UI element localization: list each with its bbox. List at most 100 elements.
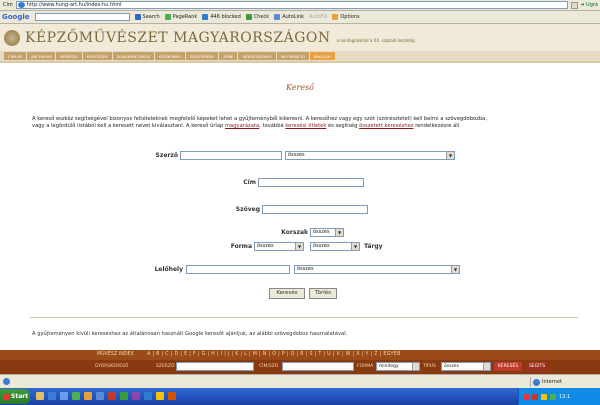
author-select[interactable]: összes ▼ [285,151,455,160]
author-input[interactable] [180,151,282,160]
nav-item-dokumentumok[interactable]: DOKUMENTUMOK [112,52,155,60]
quick-title-input[interactable] [282,362,354,371]
main-nav: CÍMLAP ARCHÍVUM KERESÉS MŰVÉSZEK DOKUMEN… [0,51,600,61]
nav-item-english[interactable]: ENGLISH [309,52,335,60]
location-input[interactable] [186,265,290,274]
search-tips-link[interactable]: keresési ötletek [285,123,326,129]
subject-select[interactable]: összes ▼ [310,242,360,251]
period-select[interactable]: összes ▼ [310,228,344,237]
quicklaunch-icon-6[interactable] [96,392,104,400]
clear-button[interactable]: Törlés [309,288,337,299]
clock: 13:1 [559,393,571,400]
help-button[interactable]: SEGÍTS [526,362,548,371]
intro-line-2: vagy a legördülő listából kell a kereset… [32,122,224,129]
spell-check-button[interactable]: Check [245,14,270,20]
quicklaunch-icon-4[interactable] [72,392,80,400]
title-input[interactable] [258,178,364,187]
artist-index-label: MŰVÉSZ INDEX [97,352,134,357]
nav-item-cimlap[interactable]: CÍMLAP [4,52,27,60]
quicklaunch-icon-9[interactable] [132,392,140,400]
advanced-search-link[interactable]: összetett kereséshez [359,123,413,129]
autofill-button[interactable]: AutoFill [309,14,327,20]
nav-item-gyujtemeny[interactable]: GYŰJTEMÉNY [185,52,219,60]
intro-ending: rendelkezésre áll. [415,122,461,129]
google-search-input[interactable] [34,13,130,21]
explanation-link[interactable]: magyarázata [225,123,259,129]
page-title: Kereső [286,83,314,92]
tray-icon-4[interactable] [550,393,556,400]
taskbar: Start 13:1 [0,388,600,405]
google-g-icon [134,14,141,20]
autolink-icon [274,14,281,20]
quicklaunch-icon-3[interactable] [60,392,68,400]
nav-item-archivum[interactable]: ARCHÍVUM [27,52,56,60]
quicklaunch-icon-7[interactable] [108,392,116,400]
site-logo-icon[interactable] [4,29,20,46]
security-zone: Internet [530,377,600,387]
quick-form-select[interactable]: mindegy [376,362,420,371]
quick-search-label: GYORSKERESŐ [95,364,129,369]
title-label: Cím [243,179,256,186]
google-logo[interactable]: Google [2,13,30,21]
form-select[interactable]: összes ▼ [254,242,304,251]
check-label: Check [253,14,270,20]
nav-item-muveszek[interactable]: MŰVÉSZEK [82,52,112,60]
quicklaunch-icon-8[interactable] [120,392,128,400]
pagerank-button[interactable]: PageRank [164,14,197,20]
location-select[interactable]: összes ▼ [294,265,460,274]
quicklaunch-icon-5[interactable] [84,392,92,400]
quick-form-select-value: mindegy [379,364,399,369]
quicklaunch-icon-1[interactable] [36,392,44,400]
quick-search-bar: GYORSKERESŐ SZERZŐ CÍM/SZÓ FORMA mindegy… [0,360,600,374]
tray-n-icon[interactable] [532,393,538,400]
google-search-button[interactable]: Search [134,14,160,20]
site-header: KÉPZŐMŰVÉSZET MAGYARORSZÁGON a honfoglal… [0,24,600,51]
nav-item-kezikonyv[interactable]: KÉZIKÖNYV [155,52,185,60]
search-button[interactable]: Keresés [269,288,305,299]
nav-item-vendegkonyv[interactable]: VENDÉGKÖNYV [238,52,276,60]
address-bar: Cím http://www.hung-art.hu/index-hu.html… [0,0,600,11]
text-input[interactable] [262,205,368,214]
nav-item-kereses[interactable]: KERESÉS [56,52,82,60]
chevron-down-icon: ▼ [451,266,459,273]
globe-icon [533,378,540,386]
content-divider [30,317,578,318]
quicklaunch-icon-12[interactable] [168,392,176,400]
url-dropdown-button[interactable] [571,1,579,9]
quick-search-button[interactable]: KERESÉS [494,362,522,371]
autolink-label: AutoLink [282,14,305,20]
quick-type-select[interactable]: összes [441,362,491,371]
nav-item-zene[interactable]: ZENE [219,52,238,60]
chevron-down-icon: ▼ [446,152,454,159]
tray-shield-icon[interactable] [523,393,529,400]
go-button[interactable]: ➜ Ugrá [580,2,598,8]
text-label: Szöveg [235,206,260,213]
quicklaunch-icon-10[interactable] [144,392,152,400]
options-icon [332,14,339,20]
tray-icon-3[interactable] [541,393,547,400]
autolink-button[interactable]: AutoLink [274,14,304,20]
subject-select-value: összes [313,243,330,249]
chevron-down-icon: ▼ [295,243,303,250]
author-label: Szerző [155,152,178,159]
ie-icon[interactable] [48,392,56,400]
header-divider [0,61,600,63]
start-button[interactable]: Start [0,389,30,404]
chevron-down-icon: ▼ [335,229,343,236]
popup-blocker-button[interactable]: 446 blocked [202,14,241,20]
autofill-label: AutoFill [309,14,328,20]
address-label: Cím [3,2,13,8]
nav-item-informacio[interactable]: INFORMÁCIÓ [276,52,309,60]
zone-label: Internet [542,379,562,385]
popup-blocker-icon [202,14,209,20]
quick-author-label: SZERZŐ [156,364,175,369]
go-label: Ugrá [586,2,598,8]
google-toolbar: Google Search PageRank 446 blocked Check… [0,11,600,24]
quick-author-input[interactable] [176,362,254,371]
quicklaunch-icon-11[interactable] [156,392,164,400]
artist-index-letters[interactable]: A | B | C | D | E | F | G | H | I | J | … [147,352,401,357]
artist-index-bar: MŰVÉSZ INDEX A | B | C | D | E | F | G |… [0,350,600,360]
options-button[interactable]: Options [332,14,360,20]
url-input[interactable]: http://www.hung-art.hu/index-hu.html [15,1,569,9]
chevron-down-icon [412,363,419,370]
